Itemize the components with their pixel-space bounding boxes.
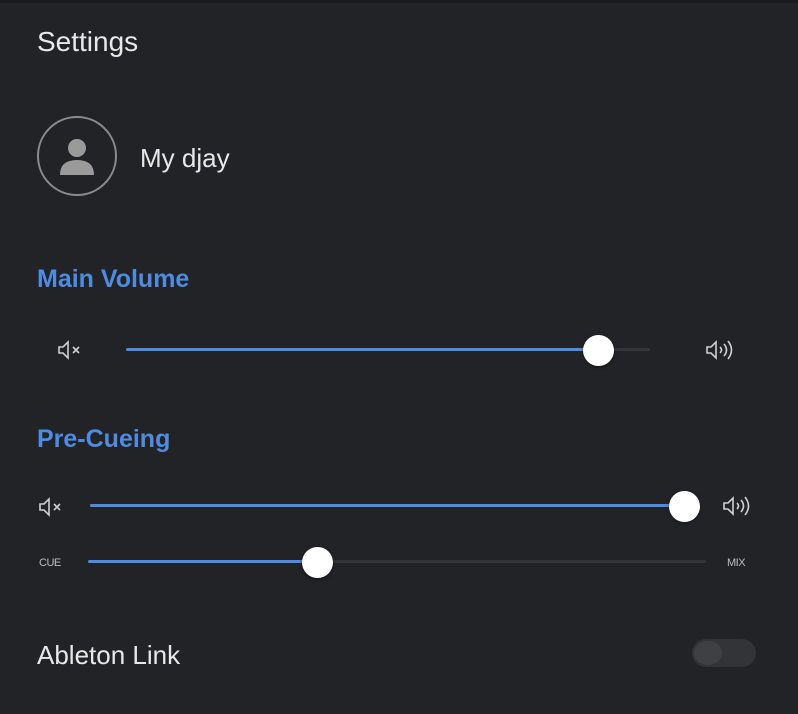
ableton-link-label: Ableton Link — [37, 640, 181, 670]
main-volume-slider[interactable] — [126, 335, 650, 366]
slider-thumb[interactable] — [301, 547, 333, 578]
pre-cueing-heading: Pre-Cueing — [37, 425, 171, 453]
speaker-loud-icon — [705, 338, 739, 367]
slider-fill — [126, 348, 598, 351]
user-avatar-icon[interactable] — [37, 116, 117, 196]
mix-label: MIX — [727, 557, 746, 569]
cue-mix-slider[interactable] — [88, 547, 706, 578]
speaker-loud-icon — [722, 494, 756, 523]
toggle-knob — [694, 641, 722, 665]
main-volume-heading: Main Volume — [37, 265, 190, 293]
cue-label: CUE — [39, 557, 61, 569]
ableton-link-toggle[interactable] — [692, 639, 756, 667]
speaker-mute-icon — [57, 339, 87, 366]
slider-thumb[interactable] — [669, 491, 700, 522]
top-divider — [0, 0, 798, 3]
slider-thumb[interactable] — [582, 335, 614, 366]
slider-fill — [90, 504, 684, 507]
speaker-mute-icon — [38, 496, 68, 523]
user-name[interactable]: My djay — [140, 143, 230, 174]
slider-fill — [88, 560, 317, 563]
pre-cueing-volume-slider[interactable] — [90, 491, 700, 522]
page-title: Settings — [37, 26, 139, 57]
